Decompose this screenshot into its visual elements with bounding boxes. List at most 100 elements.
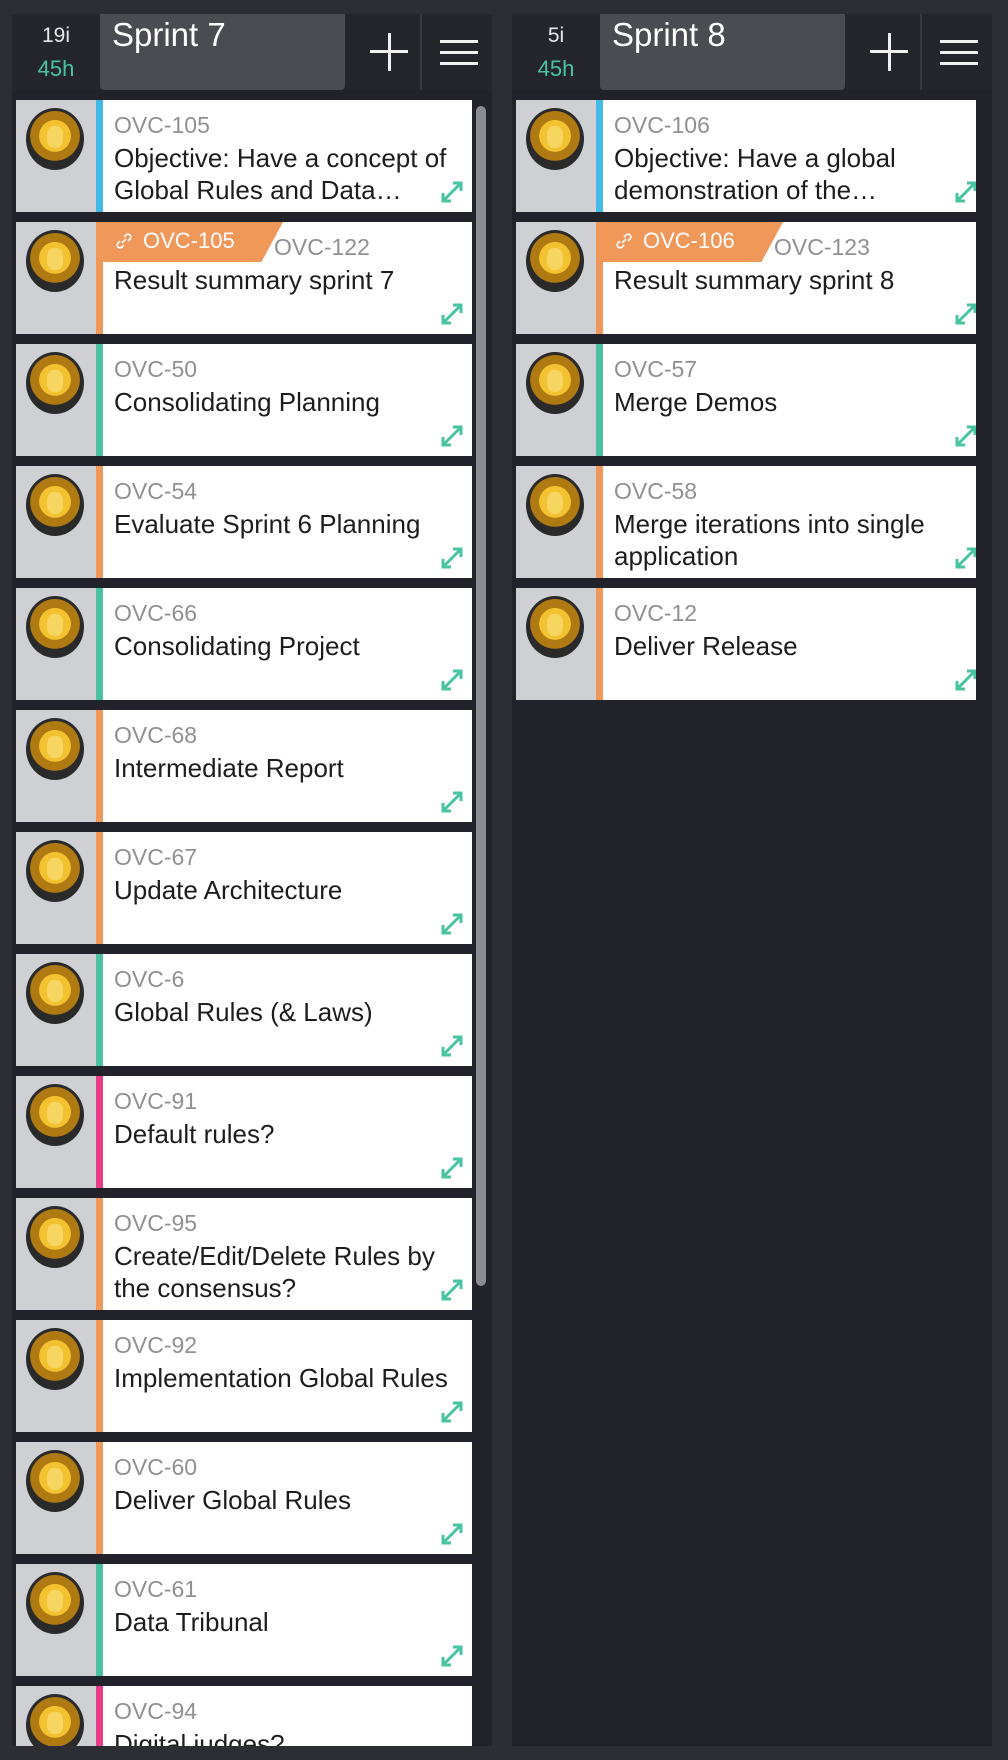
expand-arrows-icon[interactable]: [440, 912, 464, 936]
issue-card[interactable]: OVC-12 Deliver Release: [516, 588, 976, 700]
column-sprint-8: 5i 45h Sprint 8 OVC-106 Objective: Have …: [512, 14, 992, 1746]
issue-summary: Digital judges?: [114, 1729, 285, 1746]
user-avatar: [526, 230, 584, 292]
expand-arrows-icon[interactable]: [440, 424, 464, 448]
issue-key: OVC-106: [614, 112, 710, 138]
estimate-hours: 45h: [537, 56, 575, 81]
issue-card[interactable]: OVC-58 Merge iterations into single appl…: [516, 466, 976, 578]
column-menu-button[interactable]: [420, 14, 494, 90]
column-sprint-7: 19i 45h Sprint 7 OVC-105 Objective: Have…: [12, 14, 492, 1746]
user-avatar: [26, 840, 84, 902]
expand-arrows-icon[interactable]: [440, 546, 464, 570]
issue-count: 19i: [41, 24, 71, 47]
issue-summary: Deliver Release: [614, 631, 798, 661]
issue-summary: Consolidating Planning: [114, 387, 380, 417]
user-avatar: [26, 108, 84, 170]
column-title-box[interactable]: Sprint 8: [600, 14, 845, 90]
expand-arrows-icon[interactable]: [954, 302, 976, 326]
issue-summary: Result summary sprint 7: [114, 265, 395, 295]
issue-card[interactable]: OVC-92 Implementation Global Rules: [16, 1320, 472, 1432]
status-stripe: [596, 344, 603, 456]
status-stripe: [96, 1442, 103, 1554]
expand-arrows-icon[interactable]: [954, 668, 976, 692]
issue-card[interactable]: OVC-68 Intermediate Report: [16, 710, 472, 822]
expand-arrows-icon[interactable]: [954, 546, 976, 570]
expand-arrows-icon[interactable]: [440, 302, 464, 326]
parent-issue-tag[interactable]: OVC-105: [103, 222, 283, 262]
issue-card[interactable]: OVC-91 Default rules?: [16, 1076, 472, 1188]
expand-arrows-icon[interactable]: [440, 180, 464, 204]
parent-issue-key: OVC-105: [143, 228, 235, 253]
status-stripe: [596, 222, 603, 334]
expand-arrows-icon[interactable]: [440, 1278, 464, 1302]
issue-card[interactable]: OVC-106 OVC-123 Result summary sprint 8: [516, 222, 976, 334]
issue-card[interactable]: OVC-54 Evaluate Sprint 6 Planning: [16, 466, 472, 578]
column-header: 5i 45h Sprint 8: [512, 14, 992, 90]
issue-card[interactable]: OVC-105 OVC-122 Result summary sprint 7: [16, 222, 472, 334]
issue-card[interactable]: OVC-105 Objective: Have a concept of Glo…: [16, 100, 472, 212]
issue-key: OVC-12: [614, 600, 698, 626]
issue-card[interactable]: OVC-60 Deliver Global Rules: [16, 1442, 472, 1554]
expand-arrows-icon[interactable]: [440, 1400, 464, 1424]
issue-card[interactable]: OVC-94 Digital judges?: [16, 1686, 472, 1746]
issue-key: OVC-6: [114, 966, 185, 992]
user-avatar: [26, 718, 84, 780]
status-stripe: [96, 954, 103, 1066]
add-card-button[interactable]: [852, 14, 924, 90]
estimate-hours: 45h: [37, 56, 75, 81]
issue-card[interactable]: OVC-67 Update Architecture: [16, 832, 472, 944]
status-stripe: [596, 588, 603, 700]
link-icon: [616, 233, 632, 249]
issue-key: OVC-95: [114, 1210, 198, 1236]
status-stripe: [96, 344, 103, 456]
issue-summary: Merge iterations into single application: [614, 509, 925, 571]
expand-arrows-icon[interactable]: [440, 1644, 464, 1668]
issue-card[interactable]: OVC-106 Objective: Have a global demonst…: [516, 100, 976, 212]
issue-key: OVC-60: [114, 1454, 198, 1480]
issue-key: OVC-68: [114, 722, 198, 748]
issue-summary: Objective: Have a global demonstration o…: [614, 143, 896, 205]
expand-arrows-icon[interactable]: [440, 790, 464, 814]
issue-card[interactable]: OVC-66 Consolidating Project: [16, 588, 472, 700]
status-stripe: [96, 1564, 103, 1676]
column-menu-button[interactable]: [920, 14, 994, 90]
issue-key: OVC-50: [114, 356, 198, 382]
expand-arrows-icon[interactable]: [954, 180, 976, 204]
user-avatar: [26, 1206, 84, 1268]
issue-key: OVC-123: [774, 234, 870, 260]
board: 19i 45h Sprint 7 OVC-105 Objective: Have…: [0, 0, 1008, 1760]
column-title-box[interactable]: Sprint 7: [100, 14, 345, 90]
issue-key: OVC-67: [114, 844, 198, 870]
parent-issue-tag[interactable]: OVC-106: [603, 222, 783, 262]
user-avatar: [526, 596, 584, 658]
expand-arrows-icon[interactable]: [440, 1156, 464, 1180]
issue-card[interactable]: OVC-50 Consolidating Planning: [16, 344, 472, 456]
issue-key: OVC-94: [114, 1698, 198, 1724]
expand-arrows-icon[interactable]: [440, 1034, 464, 1058]
expand-arrows-icon[interactable]: [440, 1522, 464, 1546]
issue-key: OVC-57: [614, 356, 698, 382]
expand-arrows-icon[interactable]: [440, 668, 464, 692]
issue-summary: Update Architecture: [114, 875, 343, 905]
card-list[interactable]: OVC-106 Objective: Have a global demonst…: [516, 100, 976, 1746]
user-avatar: [26, 1084, 84, 1146]
column-title: Sprint 8: [612, 16, 726, 53]
issue-key: OVC-105: [114, 112, 210, 138]
issue-summary: Evaluate Sprint 6 Planning: [114, 509, 421, 539]
expand-arrows-icon[interactable]: [954, 424, 976, 448]
issue-key: OVC-122: [274, 234, 370, 260]
column-scrollbar[interactable]: [476, 106, 486, 1286]
status-stripe: [96, 100, 103, 212]
status-stripe: [96, 1198, 103, 1310]
user-avatar: [26, 352, 84, 414]
issue-card[interactable]: OVC-6 Global Rules (& Laws): [16, 954, 472, 1066]
column-title: Sprint 7: [112, 16, 226, 53]
issue-card[interactable]: OVC-95 Create/Edit/Delete Rules by the c…: [16, 1198, 472, 1310]
issue-card[interactable]: OVC-61 Data Tribunal: [16, 1564, 472, 1676]
status-stripe: [96, 1076, 103, 1188]
issue-key: OVC-66: [114, 600, 198, 626]
card-list[interactable]: OVC-105 Objective: Have a concept of Glo…: [16, 100, 476, 1746]
issue-card[interactable]: OVC-57 Merge Demos: [516, 344, 976, 456]
add-card-button[interactable]: [352, 14, 424, 90]
issue-count: 5i: [547, 24, 565, 47]
